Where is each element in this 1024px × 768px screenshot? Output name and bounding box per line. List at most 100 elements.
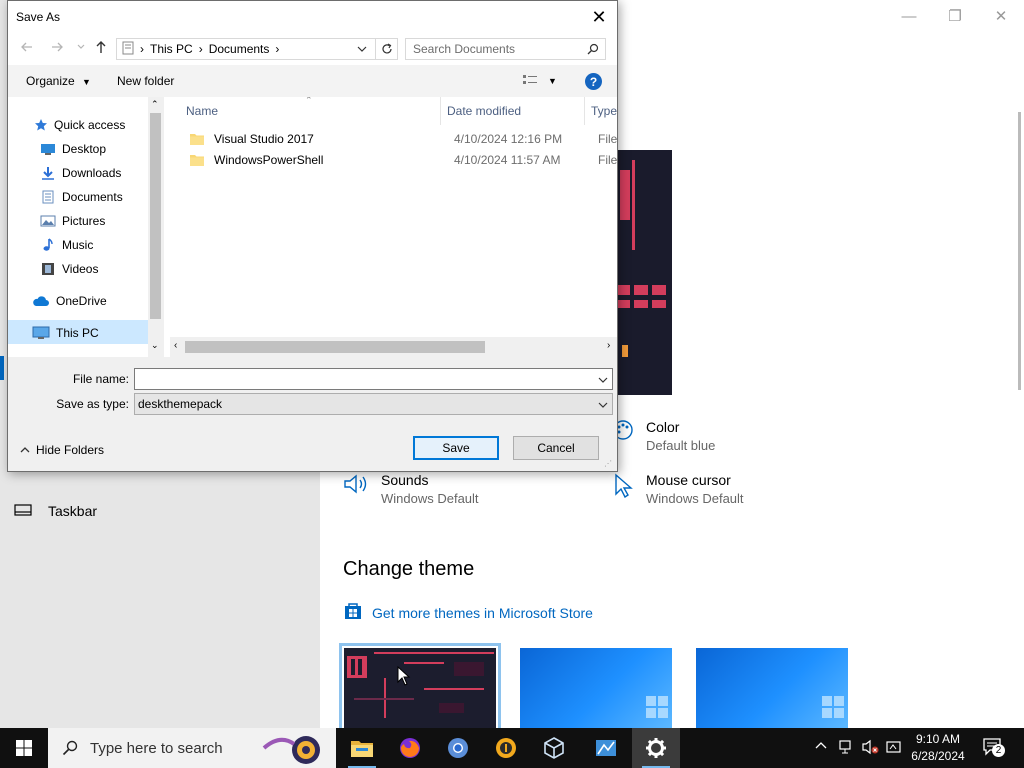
- new-folder-button[interactable]: New folder: [117, 74, 174, 88]
- cursor-icon: [612, 472, 634, 501]
- store-icon: [343, 601, 363, 624]
- address-dropdown-button[interactable]: [357, 43, 367, 57]
- tile-title: Mouse cursor: [646, 472, 731, 488]
- action-center-button[interactable]: 2: [982, 737, 1005, 760]
- resize-grip-icon[interactable]: ⋰: [604, 459, 612, 468]
- chevron-up-icon: [20, 447, 30, 453]
- nav-item-desktop[interactable]: Desktop 📌: [40, 138, 106, 160]
- breadcrumb-this-pc[interactable]: This PC: [150, 42, 193, 56]
- cancel-button[interactable]: Cancel: [513, 436, 599, 460]
- scroll-up-icon[interactable]: ⌃: [151, 99, 159, 110]
- column-separator[interactable]: [440, 97, 441, 125]
- column-separator[interactable]: [584, 97, 585, 125]
- forward-button[interactable]: [50, 40, 64, 57]
- nav-item-documents[interactable]: Documents 📌: [40, 186, 123, 208]
- file-row[interactable]: WindowsPowerShell 4/10/2024 11:57 AM Fil…: [164, 150, 617, 170]
- taskbar-virtualbox[interactable]: [530, 728, 578, 768]
- desktop-icon: [41, 144, 55, 155]
- taskbar-chromium[interactable]: [434, 728, 482, 768]
- chevron-down-icon: [598, 399, 608, 413]
- search-input[interactable]: Search Documents: [405, 38, 606, 60]
- file-type: File folder: [598, 153, 617, 167]
- file-list-scroll-thumb[interactable]: [185, 341, 485, 353]
- nav-item-label: Downloads: [62, 166, 122, 180]
- file-name-label: File name:: [72, 372, 129, 386]
- store-link[interactable]: Get more themes in Microsoft Store: [343, 601, 593, 624]
- computer-icon: [32, 326, 50, 339]
- settings-scrollbar[interactable]: [1018, 112, 1021, 390]
- color-tile[interactable]: Color Default blue: [612, 419, 715, 453]
- nav-item-music[interactable]: Music: [40, 234, 93, 256]
- sounds-tile[interactable]: Sounds Windows Default: [343, 472, 479, 506]
- save-as-type-select[interactable]: deskthemepack: [134, 393, 613, 415]
- clock-date: 6/28/2024: [911, 749, 965, 763]
- start-button[interactable]: [0, 728, 48, 768]
- nav-item-label: Documents: [62, 190, 123, 204]
- file-name-dropdown[interactable]: [598, 374, 608, 388]
- help-icon[interactable]: ?: [585, 73, 602, 90]
- volume-muted-icon[interactable]: [862, 739, 880, 758]
- column-header-name[interactable]: Name: [186, 104, 218, 118]
- taskbar-file-explorer[interactable]: [338, 728, 386, 768]
- tile-title: Color: [646, 419, 680, 435]
- theme-thumbnail-custom[interactable]: [339, 643, 501, 733]
- breadcrumb-documents[interactable]: Documents: [209, 42, 270, 56]
- taskbar-firefox[interactable]: [386, 728, 434, 768]
- organize-label: Organize: [26, 74, 75, 88]
- file-list-scrollbar[interactable]: ‹ ›: [170, 337, 617, 357]
- folder-icon: [190, 134, 204, 145]
- nav-item-pictures[interactable]: Pictures 📌: [40, 210, 105, 232]
- music-note-icon: [43, 238, 53, 251]
- nav-item-downloads[interactable]: Downloads 📌: [40, 162, 121, 184]
- taskbar-password-manager[interactable]: [482, 728, 530, 768]
- taskbar-clock[interactable]: 9:10 AM 6/28/2024: [898, 731, 978, 765]
- back-button[interactable]: [20, 40, 34, 57]
- address-bar[interactable]: › This PC › Documents ›: [116, 38, 398, 60]
- nav-item-videos[interactable]: Videos: [40, 258, 98, 280]
- network-icon[interactable]: [838, 739, 856, 758]
- file-row[interactable]: Visual Studio 2017 4/10/2024 12:16 PM Fi…: [164, 129, 617, 149]
- theme-thumbnail-windows-light[interactable]: [696, 648, 848, 728]
- nav-pane-scroll-thumb[interactable]: [150, 113, 161, 319]
- taskbar: Type here to search 9:10 AM 6/28/2024 2: [0, 728, 1024, 768]
- nav-pane-scrollbar[interactable]: ⌃ ⌄: [148, 97, 163, 357]
- dialog-close-button[interactable]: ✕: [587, 5, 611, 29]
- close-button[interactable]: ✕: [978, 0, 1024, 32]
- taskbar-settings[interactable]: [632, 728, 680, 768]
- save-as-type-label: Save as type:: [56, 397, 129, 411]
- show-hidden-icons-button[interactable]: [815, 739, 827, 754]
- scroll-left-icon[interactable]: ‹: [174, 340, 177, 351]
- column-header-date[interactable]: Date modified: [447, 104, 521, 118]
- organize-menu[interactable]: Organize ▼: [26, 74, 91, 88]
- scroll-right-icon[interactable]: ›: [607, 340, 610, 351]
- scroll-down-icon[interactable]: ⌄: [151, 340, 159, 351]
- save-button[interactable]: Save: [413, 436, 499, 460]
- maximize-button[interactable]: ❐: [932, 0, 978, 32]
- file-name-input[interactable]: [134, 368, 613, 390]
- hide-folders-toggle[interactable]: Hide Folders: [20, 443, 104, 457]
- recent-locations-button[interactable]: [77, 40, 85, 57]
- mouse-cursor-tile[interactable]: Mouse cursor Windows Default: [612, 472, 744, 506]
- refresh-button[interactable]: [375, 39, 397, 59]
- up-button[interactable]: [94, 40, 108, 57]
- minimize-button[interactable]: —: [886, 0, 932, 32]
- breadcrumb-separator-icon: ›: [140, 42, 144, 56]
- theme-thumbnail-windows[interactable]: [520, 648, 672, 728]
- sidebar-selection-indicator: [0, 356, 4, 380]
- taskbar-control-panel[interactable]: [582, 728, 630, 768]
- view-details-icon: [523, 75, 537, 84]
- sidebar-item-taskbar[interactable]: Taskbar: [14, 503, 97, 519]
- dialog-title: Save As: [16, 10, 61, 24]
- file-name: WindowsPowerShell: [214, 153, 324, 167]
- dialog-titlebar[interactable]: Save As ✕: [8, 1, 617, 33]
- taskbar-search-input[interactable]: Type here to search: [48, 728, 336, 768]
- nav-item-label: Music: [62, 238, 94, 252]
- folder-icon: [190, 155, 204, 166]
- nav-item-this-pc[interactable]: This PC: [32, 322, 99, 344]
- nav-item-onedrive[interactable]: OneDrive: [32, 290, 107, 312]
- view-options-button[interactable]: [522, 73, 538, 90]
- view-dropdown-caret-icon[interactable]: ▼: [548, 76, 557, 86]
- column-header-type[interactable]: Type: [591, 104, 617, 118]
- nav-item-quick-access[interactable]: Quick access: [34, 114, 125, 136]
- breadcrumb-separator-icon: ›: [275, 42, 280, 56]
